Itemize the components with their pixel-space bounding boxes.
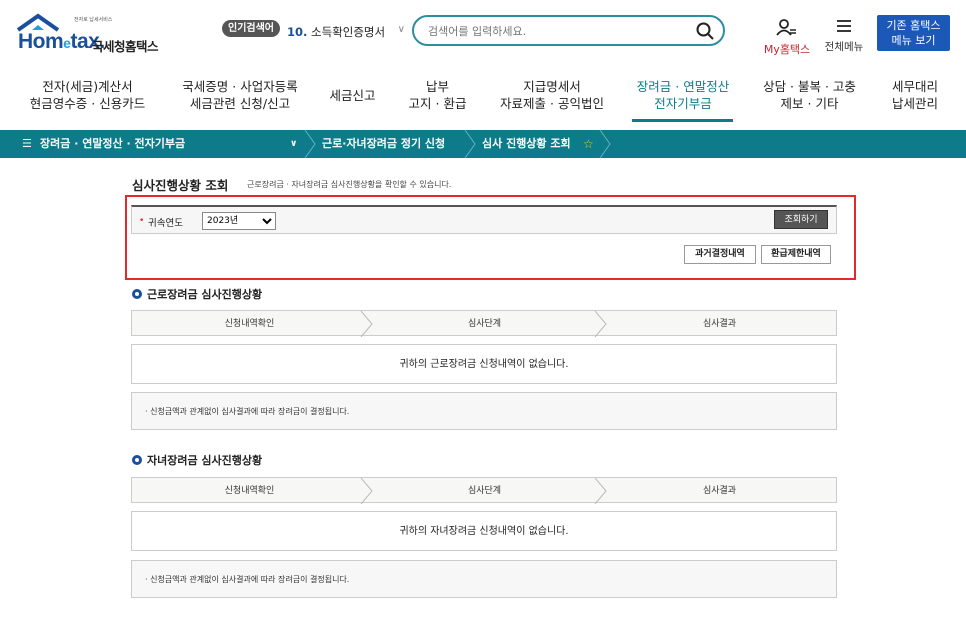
- popular-search-badge: 인기검색어: [222, 20, 280, 37]
- breadcrumb-separator-icon: [464, 130, 476, 158]
- step-review: 심사단계: [467, 486, 502, 496]
- filter-row: • 귀속연도 2023년: [131, 205, 837, 234]
- nav-active-underline: [632, 119, 733, 122]
- breadcrumb-hamburger-icon[interactable]: ☰: [22, 130, 32, 158]
- logo-tagline: 전자로 납세서비스: [74, 17, 113, 23]
- page-title: 심사진행상황 조회: [132, 178, 229, 193]
- progress-steps-earned: 신청내역확인 심사단계 심사결과: [131, 310, 837, 337]
- empty-message-earned: 귀하의 근로장려금 신청내역이 없습니다.: [131, 344, 837, 384]
- search-box: [412, 15, 725, 46]
- progress-steps-child: 신청내역확인 심사단계 심사결과: [131, 477, 837, 504]
- step-result: 심사결과: [702, 319, 737, 329]
- breadcrumb-separator-icon: [304, 130, 316, 158]
- breadcrumb-item-menu[interactable]: 장려금 · 연말정산 · 전자기부금: [40, 130, 185, 158]
- nav-item-tax-agent[interactable]: 세무대리 납세관리: [880, 78, 950, 112]
- hometax-logo[interactable]: 전자로 납세서비스 Hometax. 국세청홈택스: [16, 12, 176, 54]
- section-title-earned: 근로장려금 심사진행상황: [132, 286, 262, 302]
- logo-org-name: 국세청홈택스: [92, 39, 159, 54]
- user-icon: [776, 19, 796, 36]
- empty-message-child: 귀하의 자녀장려금 신청내역이 없습니다.: [131, 511, 837, 551]
- old-menu-line2: 메뉴 보기: [891, 34, 936, 47]
- note-earned: · 신청금액과 관계없이 심사결과에 따라 장려금이 결정됩니다.: [131, 392, 837, 430]
- past-decision-button[interactable]: 과거결정내역: [684, 245, 756, 264]
- nav-item-einvoice[interactable]: 전자(세금)계산서 현금영수증 · 신용카드: [25, 78, 150, 112]
- breadcrumb-item-regular[interactable]: 근로·자녀장려금 정기 신청: [322, 130, 445, 158]
- old-menu-line1: 기존 홈택스: [886, 19, 941, 32]
- main-nav: 전자(세금)계산서 현금영수증 · 신용카드 국세증명 · 사업자등록 세금관련 신…: [0, 70, 966, 126]
- nav-item-consulting[interactable]: 상담 · 불복 · 고충 제보 · 기타: [752, 78, 867, 112]
- section-title-child: 자녀장려금 심사진행상황: [132, 452, 262, 468]
- house-roof-icon: [16, 13, 60, 32]
- top-header: 전자로 납세서비스 Hometax. 국세청홈택스 인기검색어 10. 소득확인…: [0, 0, 966, 66]
- step-review: 심사단계: [467, 319, 502, 329]
- search-button[interactable]: 조회하기: [774, 210, 828, 229]
- old-menu-button[interactable]: 기존 홈택스 메뉴 보기: [877, 15, 950, 51]
- page-description: 근로장려금 · 자녀장려금 심사진행상황을 확인할 수 있습니다.: [247, 180, 452, 189]
- hamburger-icon: [837, 20, 851, 32]
- myhometax-button[interactable]: My홈택스: [759, 18, 815, 57]
- nav-item-tax-filing[interactable]: 세금신고: [320, 78, 385, 104]
- year-label: 귀속연도: [148, 218, 183, 229]
- search-icon[interactable]: [695, 21, 715, 41]
- popular-search-term[interactable]: 10. 소득확인증명서 ∨: [287, 24, 405, 40]
- star-icon[interactable]: ☆: [583, 130, 594, 158]
- all-menu-button[interactable]: 전체메뉴: [820, 18, 868, 54]
- bullet-icon: [132, 289, 142, 299]
- note-child: · 신청금액과 관계없이 심사결과에 따라 장려금이 결정됩니다.: [131, 560, 837, 598]
- breadcrumb: ☰ 장려금 · 연말정산 · 전자기부금 ∨ 근로·자녀장려금 정기 신청 심사…: [0, 130, 966, 158]
- chevron-down-icon[interactable]: ∨: [290, 130, 297, 158]
- bullet-icon: [132, 455, 142, 465]
- refund-limit-button[interactable]: 환급제한내역: [761, 245, 831, 264]
- step-application-check: 신청내역확인: [224, 486, 275, 496]
- step-application-check: 신청내역확인: [224, 319, 275, 329]
- myhometax-label: My홈택스: [763, 43, 811, 56]
- breadcrumb-item-current: 심사 진행상황 조회: [482, 137, 571, 150]
- required-mark: •: [139, 216, 145, 226]
- nav-item-statements[interactable]: 지급명세서 자료제출 · 공익법인: [492, 78, 612, 112]
- search-input[interactable]: [428, 22, 688, 40]
- nav-item-certificates[interactable]: 국세증명 · 사업자등록 세금관련 신청/신고: [175, 78, 305, 112]
- nav-item-payment[interactable]: 납부 고지 · 환급: [400, 78, 475, 112]
- breadcrumb-separator-icon: [599, 130, 611, 158]
- year-select[interactable]: 2023년: [202, 212, 276, 230]
- step-result: 심사결과: [702, 486, 737, 496]
- nav-item-incentive[interactable]: 장려금 · 연말정산 전자기부금: [628, 78, 738, 112]
- all-menu-label: 전체메뉴: [824, 41, 864, 53]
- chevron-down-icon[interactable]: ∨: [398, 24, 405, 35]
